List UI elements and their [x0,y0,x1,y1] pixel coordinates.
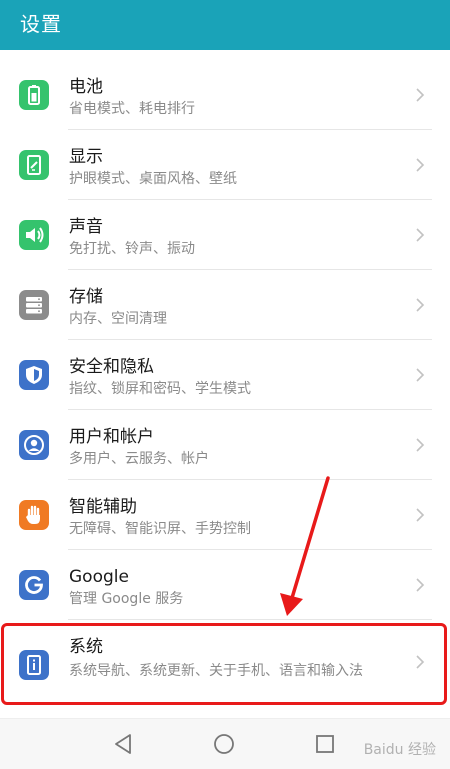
settings-item-label: 声音 [69,217,103,237]
recents-icon[interactable] [312,731,338,757]
system-info-icon [19,650,49,680]
settings-item-label: 智能辅助 [69,497,137,517]
storage-icon [19,290,49,320]
home-icon[interactable] [211,731,237,757]
back-icon[interactable] [111,731,137,757]
settings-item-storage[interactable]: 存储 内存、空间清理 [0,270,450,340]
settings-list: 电池 省电模式、耗电排行 显示 护眼模式、桌面风格、壁纸 声音 免打扰、铃声、振… [0,60,450,706]
shield-icon [19,360,49,390]
chevron-right-icon [416,438,425,452]
user-icon [19,430,49,460]
settings-item-subtitle: 管理 Google 服务 [69,591,184,607]
hand-icon [19,500,49,530]
chevron-right-icon [416,578,425,592]
chevron-right-icon [416,158,425,172]
settings-item-subtitle: 指纹、锁屏和密码、学生模式 [69,381,251,397]
settings-item-assist[interactable]: 智能辅助 无障碍、智能识屏、手势控制 [0,480,450,550]
app-header: 设置 [0,0,450,50]
settings-item-label: Google [69,567,129,587]
settings-item-subtitle: 内存、空间清理 [69,311,167,327]
sound-icon [19,220,49,250]
chevron-right-icon [416,655,425,669]
settings-item-subtitle: 多用户、云服务、帐户 [69,451,209,467]
chevron-right-icon [416,368,425,382]
settings-item-subtitle: 省电模式、耗电排行 [69,101,195,117]
settings-item-subtitle: 无障碍、智能识屏、手势控制 [69,521,251,537]
page-title: 设置 [20,12,62,36]
navigation-bar: Baidu 经验 [0,718,450,769]
settings-item-label: 安全和隐私 [69,357,154,377]
watermark: Baidu 经验 [363,742,436,758]
settings-item-display[interactable]: 显示 护眼模式、桌面风格、壁纸 [0,130,450,200]
settings-item-label: 显示 [69,147,103,167]
settings-item-label: 电池 [69,77,103,97]
google-icon [19,570,49,600]
settings-item-security[interactable]: 安全和隐私 指纹、锁屏和密码、学生模式 [0,340,450,410]
settings-item-google[interactable]: Google 管理 Google 服务 [0,550,450,620]
chevron-right-icon [416,298,425,312]
battery-icon [19,80,49,110]
settings-item-label: 用户和帐户 [69,427,154,447]
chevron-right-icon [416,508,425,522]
settings-item-system[interactable]: 系统 系统导航、系统更新、关于手机、语言和输入法 [0,620,450,706]
chevron-right-icon [416,228,425,242]
settings-item-users[interactable]: 用户和帐户 多用户、云服务、帐户 [0,410,450,480]
display-icon [19,150,49,180]
chevron-right-icon [416,88,425,102]
settings-item-subtitle: 免打扰、铃声、振动 [69,241,195,257]
settings-item-subtitle: 系统导航、系统更新、关于手机、语言和输入法 [69,663,363,679]
settings-item-label: 存储 [69,287,103,307]
settings-item-label: 系统 [69,637,103,657]
settings-item-battery[interactable]: 电池 省电模式、耗电排行 [0,60,450,130]
settings-item-subtitle: 护眼模式、桌面风格、壁纸 [69,171,237,187]
settings-item-sound[interactable]: 声音 免打扰、铃声、振动 [0,200,450,270]
